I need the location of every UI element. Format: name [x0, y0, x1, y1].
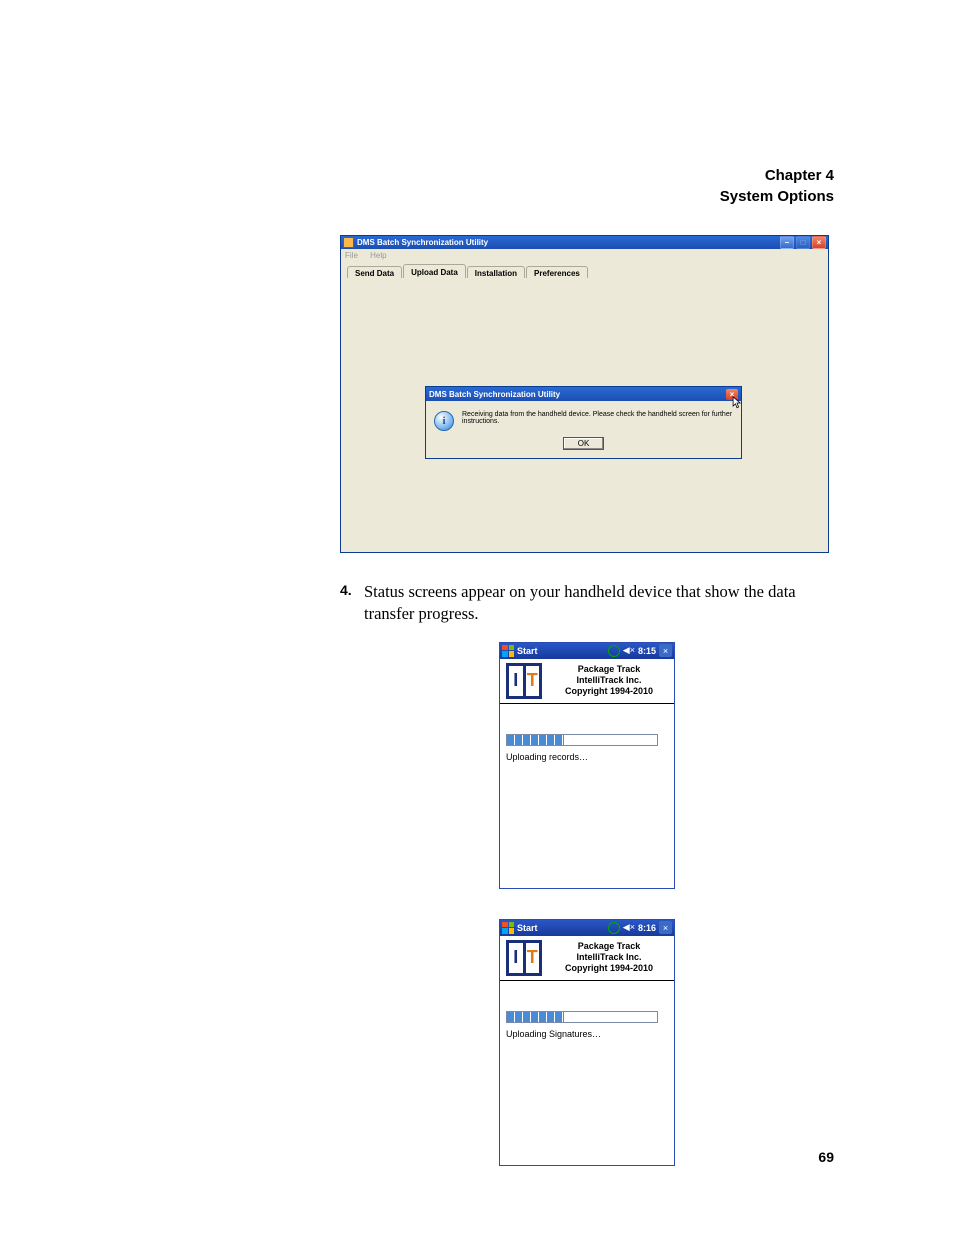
handheld-2-titlebar: Start ◀× 8:16 × — [500, 920, 674, 936]
minimize-button[interactable]: – — [780, 236, 794, 249]
tab-preferences[interactable]: Preferences — [526, 266, 588, 278]
tab-installation[interactable]: Installation — [467, 266, 525, 278]
handheld-1-progress-fill — [507, 735, 564, 745]
speaker-icon: ◀× — [623, 922, 635, 933]
message-box-text: Receiving data from the handheld device.… — [462, 411, 733, 425]
sync-icon — [608, 922, 620, 934]
handheld-2-body: Uploading Signatures… — [500, 981, 674, 1165]
handheld-1-header: IT Package Track IntelliTrack Inc. Copyr… — [500, 659, 674, 704]
handheld-2-header-text: Package Track IntelliTrack Inc. Copyrigh… — [550, 941, 668, 975]
tab-send-data[interactable]: Send Data — [347, 266, 402, 278]
handheld-1-progressbar — [506, 734, 658, 746]
page-number: 69 — [818, 1149, 834, 1165]
chapter-title: System Options — [120, 186, 834, 207]
sync-icon — [608, 645, 620, 657]
intellitrack-logo: IT — [506, 663, 542, 699]
handheld-2-progress-fill — [507, 1012, 564, 1022]
sync-utility-window: DMS Batch Synchronization Utility – □ × … — [340, 235, 829, 553]
maximize-button[interactable]: □ — [796, 236, 810, 249]
document-page: Chapter 4 System Options DMS Batch Synch… — [0, 0, 954, 1235]
handheld-2-time: 8:16 — [638, 923, 656, 933]
menu-help[interactable]: Help — [370, 251, 386, 260]
handheld-screenshots: Start ◀× 8:15 × IT Package Track Intelli… — [340, 642, 834, 1166]
company-name: IntelliTrack Inc. — [550, 675, 668, 686]
step-text: Status screens appear on your handheld d… — [364, 581, 834, 626]
tab-pane: DMS Batch Synchronization Utility × i Re… — [347, 278, 822, 550]
tab-row: Send Data Upload Data Installation Prefe… — [341, 262, 828, 278]
handheld-2-status-icons: ◀× 8:16 × — [608, 921, 672, 934]
info-icon: i — [434, 411, 454, 431]
intellitrack-logo: IT — [506, 940, 542, 976]
company-name: IntelliTrack Inc. — [550, 952, 668, 963]
message-box: DMS Batch Synchronization Utility × i Re… — [425, 386, 742, 459]
close-button[interactable]: × — [812, 236, 826, 249]
handheld-screen-1: Start ◀× 8:15 × IT Package Track Intelli… — [499, 642, 675, 889]
handheld-screen-2: Start ◀× 8:16 × IT Package Track Intelli… — [499, 919, 675, 1166]
message-box-titlebar: DMS Batch Synchronization Utility × — [426, 387, 741, 401]
message-box-close-button[interactable]: × — [726, 389, 738, 400]
handheld-1-body: Uploading records… — [500, 704, 674, 888]
message-box-title: DMS Batch Synchronization Utility — [429, 390, 726, 399]
chapter-heading: Chapter 4 System Options — [120, 165, 834, 207]
app-icon — [343, 237, 354, 248]
handheld-1-titlebar: Start ◀× 8:15 × — [500, 643, 674, 659]
product-name: Package Track — [550, 941, 668, 952]
windows-icon — [502, 922, 514, 934]
copyright: Copyright 1994-2010 — [550, 686, 668, 697]
window-buttons: – □ × — [780, 236, 826, 249]
handheld-1-close-button[interactable]: × — [659, 644, 672, 657]
menubar: File Help — [341, 249, 828, 262]
content-column: DMS Batch Synchronization Utility – □ × … — [340, 235, 834, 1166]
handheld-2-status: Uploading Signatures… — [506, 1029, 670, 1039]
handheld-2-close-button[interactable]: × — [659, 921, 672, 934]
handheld-1-header-text: Package Track IntelliTrack Inc. Copyrigh… — [550, 664, 668, 698]
speaker-icon: ◀× — [623, 645, 635, 656]
client-area: Send Data Upload Data Installation Prefe… — [341, 262, 828, 552]
menu-file[interactable]: File — [345, 251, 358, 260]
tab-upload-data[interactable]: Upload Data — [403, 264, 466, 278]
step-number: 4. — [340, 581, 364, 626]
handheld-2-progressbar — [506, 1011, 658, 1023]
handheld-2-header: IT Package Track IntelliTrack Inc. Copyr… — [500, 936, 674, 981]
message-box-button-row: OK — [426, 437, 741, 458]
product-name: Package Track — [550, 664, 668, 675]
ok-button[interactable]: OK — [563, 437, 605, 450]
start-label[interactable]: Start — [517, 646, 605, 656]
handheld-1-status-icons: ◀× 8:15 × — [608, 644, 672, 657]
message-box-body: i Receiving data from the handheld devic… — [426, 401, 741, 437]
handheld-1-time: 8:15 — [638, 646, 656, 656]
copyright: Copyright 1994-2010 — [550, 963, 668, 974]
start-label[interactable]: Start — [517, 923, 605, 933]
window-titlebar: DMS Batch Synchronization Utility – □ × — [341, 236, 828, 249]
windows-icon — [502, 645, 514, 657]
chapter-number: Chapter 4 — [120, 165, 834, 186]
handheld-1-status: Uploading records… — [506, 752, 670, 762]
step-4: 4. Status screens appear on your handhel… — [340, 581, 834, 626]
window-title: DMS Batch Synchronization Utility — [357, 238, 780, 247]
